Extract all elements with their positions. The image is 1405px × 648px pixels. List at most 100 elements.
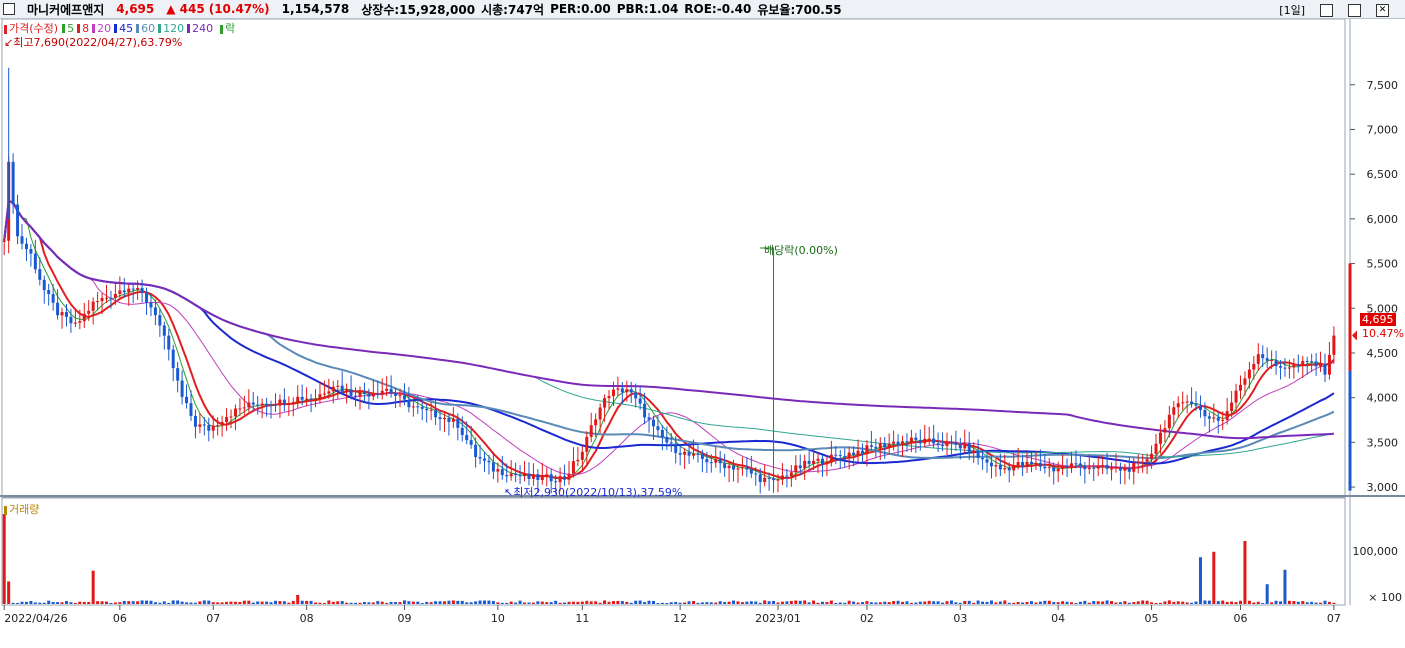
candle-body <box>434 409 438 418</box>
volume-bar <box>536 601 540 604</box>
volume-bar <box>776 602 780 604</box>
candle-body <box>843 456 847 458</box>
volume-bar <box>887 602 891 604</box>
candle <box>723 453 727 477</box>
stock-chart[interactable]: 7,5007,0006,5006,0005,5005,0004,5004,000… <box>0 19 1405 648</box>
candle-body <box>1279 366 1283 368</box>
volume-bar <box>1247 600 1251 604</box>
volume-bar <box>491 601 495 604</box>
candle-body <box>834 454 838 456</box>
volume-bar <box>967 600 971 604</box>
volume-bar <box>171 600 175 604</box>
volume-bar <box>367 602 371 604</box>
stock-name[interactable]: 마니커에프앤지 <box>27 1 104 18</box>
close-icon[interactable]: ✕ <box>1376 3 1389 17</box>
candle-body <box>1150 453 1154 460</box>
candle-body <box>331 386 335 392</box>
candle-body <box>696 453 700 455</box>
volume-bar <box>923 601 927 604</box>
x-tick-label: 2022/04/26 <box>4 612 67 625</box>
candle-body <box>354 395 358 397</box>
candle <box>629 381 633 404</box>
x-tick-label: 10 <box>491 612 505 625</box>
candle-body <box>638 398 642 404</box>
candle-body <box>251 402 255 405</box>
volume-bar <box>518 600 522 604</box>
stock-info-bar: 마니커에프앤지 4,695 ▲ 445 (10.47%) 1,154,578 상… <box>0 0 1405 19</box>
volume-bar <box>380 601 384 604</box>
volume-bar <box>718 601 722 604</box>
volume-bar <box>389 601 393 604</box>
candle-body <box>1194 404 1198 406</box>
volume-bar <box>563 602 567 604</box>
volume-bar <box>345 602 349 604</box>
candle-body <box>1243 378 1247 385</box>
candle-body <box>367 393 371 397</box>
candle-body <box>327 391 331 394</box>
volume-bar <box>33 602 37 604</box>
candle-body <box>852 452 856 455</box>
volume-bar <box>998 601 1002 604</box>
volume-bar <box>474 601 478 604</box>
candle-body <box>1043 466 1047 469</box>
volume-bar <box>42 602 46 604</box>
candle <box>1274 350 1278 375</box>
price-tick-label: 6,000 <box>1367 213 1399 226</box>
candle <box>856 439 860 462</box>
select-checkbox[interactable] <box>3 3 15 15</box>
candle-body <box>158 315 162 326</box>
candle-body <box>736 468 740 470</box>
candle-body <box>42 279 46 291</box>
candle <box>394 387 398 409</box>
candle-body <box>941 445 945 447</box>
candle-body <box>883 443 887 448</box>
period-selector[interactable]: [1일] <box>1279 2 1305 18</box>
candle-body <box>1176 403 1180 408</box>
candle-body <box>745 467 749 470</box>
x-tick-label: 06 <box>113 612 127 625</box>
candle-body <box>425 408 429 411</box>
price-tick-label: 4,500 <box>1367 347 1399 360</box>
volume-bar <box>145 600 149 604</box>
x-tick-label: 07 <box>1327 612 1341 625</box>
candle <box>1181 391 1185 411</box>
candle-body <box>629 389 633 393</box>
candle-body <box>1319 363 1323 367</box>
candle <box>696 444 700 463</box>
volume-bar <box>1092 601 1096 604</box>
candle-body <box>385 388 389 391</box>
candle-body <box>336 385 340 387</box>
volume-bar <box>207 600 211 604</box>
candle <box>932 424 936 448</box>
candle-body <box>536 474 540 480</box>
legend-ma-8: 8 <box>77 22 89 35</box>
dividend-annotation: 배당락(0.00%) <box>764 244 838 257</box>
volume-bar <box>856 602 860 604</box>
volume-bar <box>487 600 491 604</box>
candle-body <box>207 425 211 431</box>
candle-body <box>500 469 504 476</box>
volume-bar <box>122 600 126 604</box>
candle-body <box>1078 463 1082 466</box>
volume-bar <box>1230 601 1234 604</box>
volume-bar <box>189 602 193 604</box>
candle <box>24 237 28 261</box>
candle <box>1118 462 1122 485</box>
volume-bar <box>803 600 807 604</box>
candle-body <box>700 454 704 459</box>
volume-bar <box>87 601 91 604</box>
volume-bar <box>1025 601 1029 604</box>
candle-body <box>905 441 909 443</box>
candle-body <box>1301 360 1305 366</box>
maximize-icon[interactable] <box>1348 3 1361 17</box>
candle <box>603 394 607 422</box>
candle <box>1207 412 1211 433</box>
volume-bar <box>660 602 664 604</box>
minimize-icon[interactable] <box>1320 3 1333 17</box>
candle-body <box>1181 402 1185 404</box>
candle <box>420 400 424 421</box>
volume-bar <box>429 602 433 604</box>
volume-bar <box>883 601 887 604</box>
candle <box>563 464 567 486</box>
low-annotation: ↖최저2,930(2022/10/13),37.59% <box>504 486 683 499</box>
